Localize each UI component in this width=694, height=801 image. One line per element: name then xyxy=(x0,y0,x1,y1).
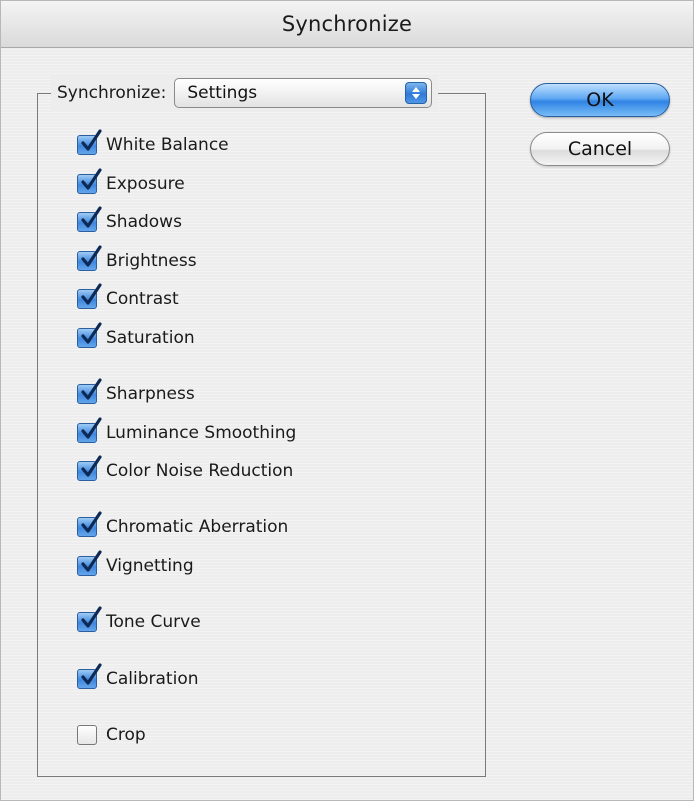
checkmark-icon xyxy=(81,245,102,267)
synchronize-group-header: Synchronize: Settings xyxy=(51,76,439,110)
checkbox-checked-icon[interactable] xyxy=(77,322,102,348)
checkmark-icon xyxy=(81,283,102,305)
checkbox-checked-icon[interactable] xyxy=(77,550,102,576)
checkbox-shadows[interactable]: Shadows xyxy=(77,206,182,235)
checkbox-calibration[interactable]: Calibration xyxy=(77,663,199,692)
checkbox-color-noise-reduction[interactable]: Color Noise Reduction xyxy=(77,455,294,484)
checkbox-label: Shadows xyxy=(106,212,182,232)
checkbox-checked-icon[interactable] xyxy=(77,129,102,155)
checkbox-label: White Balance xyxy=(106,135,229,155)
checkmark-icon xyxy=(81,206,102,228)
checkmark-icon xyxy=(81,663,102,685)
checkmark-icon xyxy=(81,606,102,628)
synchronize-dialog: Synchronize Synchronize: Settings White … xyxy=(0,0,694,801)
checkmark-icon xyxy=(81,129,102,151)
checkbox-label: Brightness xyxy=(106,251,197,271)
checkmark-icon xyxy=(81,455,102,477)
checkbox-checked-icon[interactable] xyxy=(77,455,102,481)
checkbox-exposure[interactable]: Exposure xyxy=(77,168,185,197)
checkbox-label: Vignetting xyxy=(106,556,194,576)
checkbox-label: Contrast xyxy=(106,289,179,309)
checkbox-label: Luminance Smoothing xyxy=(106,423,297,443)
dialog-title: Synchronize xyxy=(281,12,413,36)
checkbox-label: Sharpness xyxy=(106,384,195,404)
checkbox-saturation[interactable]: Saturation xyxy=(77,322,195,351)
checkbox-unchecked-icon[interactable] xyxy=(77,725,97,745)
synchronize-popup-value: Settings xyxy=(187,83,258,103)
checkmark-icon xyxy=(81,511,102,533)
ok-button[interactable]: OK xyxy=(530,83,670,117)
cancel-button[interactable]: Cancel xyxy=(530,132,670,166)
checkbox-brightness[interactable]: Brightness xyxy=(77,245,197,274)
checkbox-checked-icon[interactable] xyxy=(77,283,102,309)
checkbox-checked-icon[interactable] xyxy=(77,206,102,232)
checkbox-label: Exposure xyxy=(106,174,185,194)
checkbox-checked-icon[interactable] xyxy=(77,417,102,443)
checkmark-icon xyxy=(81,417,102,439)
checkbox-checked-icon[interactable] xyxy=(77,168,102,194)
checkbox-contrast[interactable]: Contrast xyxy=(77,283,179,312)
checkbox-checked-icon[interactable] xyxy=(77,245,102,271)
synchronize-popup[interactable]: Settings xyxy=(174,78,433,108)
checkbox-label: Calibration xyxy=(106,669,199,689)
checkbox-checked-icon[interactable] xyxy=(77,511,102,537)
checkbox-vignetting[interactable]: Vignetting xyxy=(77,550,194,579)
checkbox-chromatic-aberration[interactable]: Chromatic Aberration xyxy=(77,511,289,540)
checkmark-icon xyxy=(81,322,102,344)
checkmark-icon xyxy=(81,378,102,400)
checkmark-icon xyxy=(81,550,102,572)
checkbox-checked-icon[interactable] xyxy=(77,378,102,404)
checkbox-white-balance[interactable]: White Balance xyxy=(77,129,229,158)
synchronize-label: Synchronize: xyxy=(57,83,167,103)
checkbox-label: Saturation xyxy=(106,328,195,348)
title-bar[interactable]: Synchronize xyxy=(1,1,693,48)
checkmark-icon xyxy=(81,168,102,190)
checkbox-tone-curve[interactable]: Tone Curve xyxy=(77,606,201,635)
popup-arrows-icon xyxy=(405,82,428,104)
checkbox-label: Tone Curve xyxy=(106,612,201,632)
checkbox-sharpness[interactable]: Sharpness xyxy=(77,378,195,407)
checkbox-luminance-smoothing[interactable]: Luminance Smoothing xyxy=(77,417,297,446)
checkbox-label: Color Noise Reduction xyxy=(106,461,294,481)
checkbox-crop[interactable]: Crop xyxy=(77,722,146,748)
checkbox-checked-icon[interactable] xyxy=(77,663,102,689)
checkbox-label: Chromatic Aberration xyxy=(106,517,289,537)
checkbox-label: Crop xyxy=(106,725,146,745)
checkbox-checked-icon[interactable] xyxy=(77,606,102,632)
